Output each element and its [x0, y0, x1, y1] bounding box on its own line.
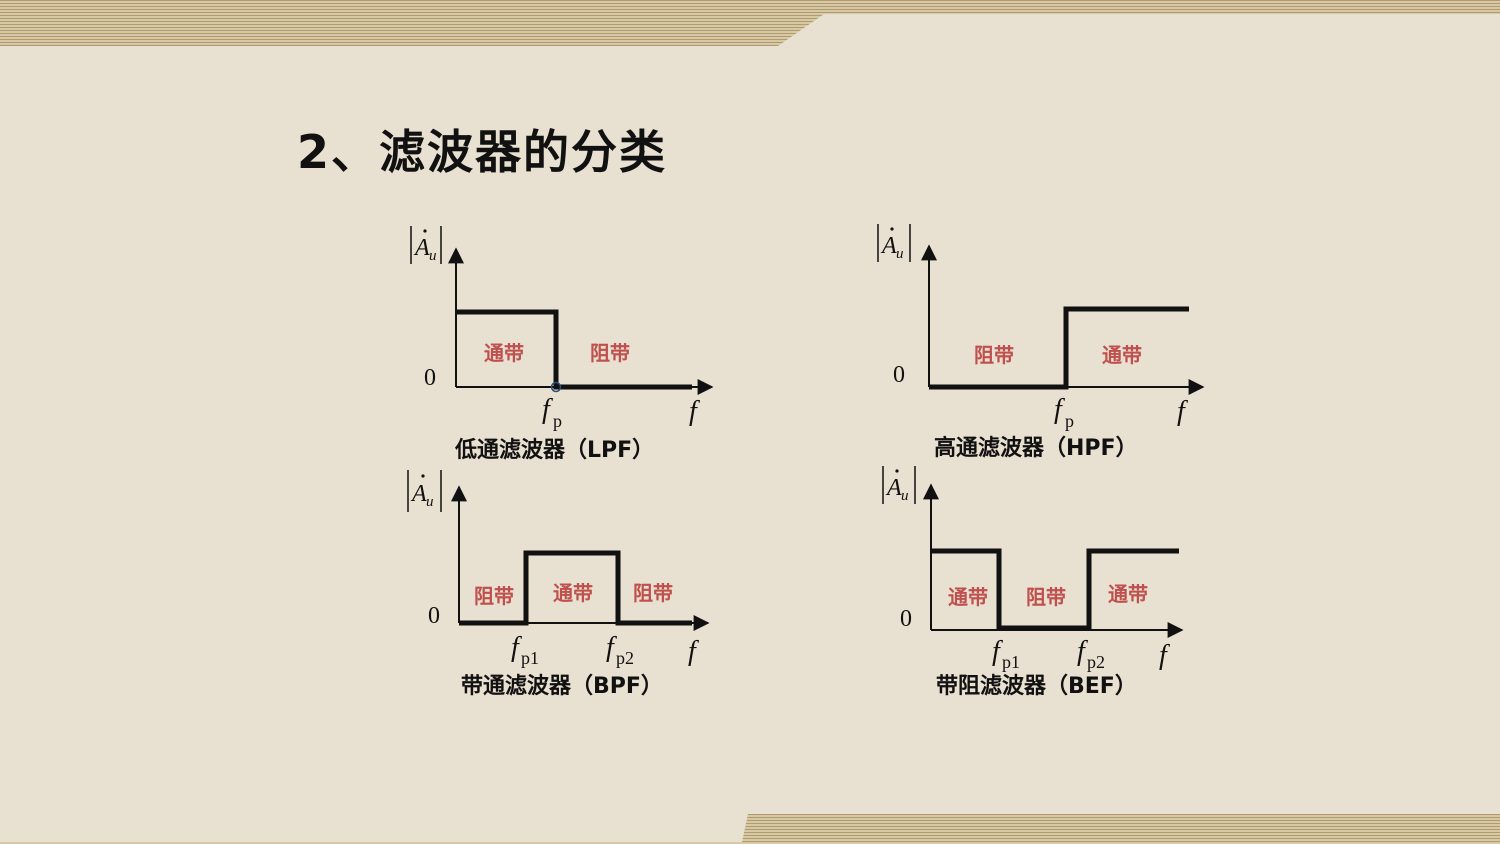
lpf-y-label: A u — [410, 226, 442, 264]
bpf-stop-band-high-label: 阻带 — [633, 581, 673, 605]
svg-text:u: u — [901, 488, 909, 504]
lpf-fp-label: f p — [542, 394, 562, 431]
hpf-caption: 高通滤波器（HPF） — [934, 435, 1138, 461]
lpf-caption: 低通滤波器（LPF） — [454, 438, 654, 463]
bef-pass-band-low-label: 通带 — [948, 585, 988, 609]
hpf-pass-band-label: 通带 — [1102, 343, 1142, 367]
bef-fp2-label: f p2 — [1077, 636, 1105, 672]
svg-text:p: p — [553, 411, 562, 431]
bef-fp1-label: f p1 — [992, 636, 1020, 672]
filter-classification-diagram: A u 0 通带 阻带 f p f 低通滤波器（LPF） A u 0 阻带 通带 — [407, 224, 1205, 699]
lpf-chart: A u 0 通带 阻带 f p f 低通滤波器（LPF） — [410, 226, 714, 463]
svg-text:p2: p2 — [616, 648, 634, 668]
lpf-origin-label: 0 — [424, 365, 436, 391]
hpf-y-label: A u — [877, 224, 911, 262]
hpf-fp-label: f p — [1054, 394, 1074, 431]
svg-text:p2: p2 — [1087, 652, 1105, 672]
svg-text:u: u — [426, 494, 434, 510]
bef-x-axis-label: f — [1159, 640, 1170, 671]
bef-chart: A u 0 通带 阻带 通带 f p1 f p2 f 带阻滤波器（BEF） — [882, 466, 1184, 699]
hpf-x-axis-label: f — [1177, 396, 1188, 427]
svg-text:p: p — [1065, 411, 1074, 431]
svg-text:A: A — [880, 233, 897, 259]
svg-text:f: f — [1054, 394, 1065, 425]
bef-caption: 带阻滤波器（BEF） — [936, 674, 1137, 699]
svg-text:f: f — [542, 394, 553, 425]
bpf-fp1-label: f p1 — [511, 632, 539, 668]
bpf-pass-band-label: 通带 — [553, 581, 593, 605]
hpf-chart: A u 0 阻带 通带 f p f 高通滤波器（HPF） — [877, 224, 1205, 461]
bpf-x-axis-label: f — [688, 636, 699, 667]
hpf-origin-label: 0 — [893, 362, 905, 388]
bpf-stop-band-low-label: 阻带 — [474, 584, 514, 608]
svg-text:A: A — [410, 481, 427, 507]
svg-text:p1: p1 — [521, 648, 539, 668]
svg-text:A: A — [413, 235, 430, 261]
svg-text:A: A — [885, 475, 902, 501]
bef-y-label: A u — [882, 466, 916, 504]
bef-stop-band-label: 阻带 — [1026, 585, 1066, 609]
bpf-chart: A u 0 阻带 通带 阻带 f p1 f p2 f 带通滤波器（BPF） — [407, 470, 710, 699]
bpf-fp2-label: f p2 — [606, 632, 634, 668]
bef-origin-label: 0 — [900, 606, 912, 632]
svg-text:u: u — [896, 246, 904, 262]
svg-text:p1: p1 — [1002, 652, 1020, 672]
bpf-origin-label: 0 — [428, 603, 440, 629]
bpf-y-label: A u — [407, 470, 442, 512]
bpf-caption: 带通滤波器（BPF） — [461, 674, 663, 699]
hpf-stop-band-label: 阻带 — [974, 343, 1014, 367]
lpf-pass-band-label: 通带 — [484, 341, 524, 365]
lpf-x-axis-label: f — [689, 396, 700, 427]
lpf-stop-band-label: 阻带 — [590, 341, 630, 365]
svg-text:u: u — [429, 248, 437, 264]
bef-pass-band-high-label: 通带 — [1108, 582, 1148, 606]
hpf-response-curve — [929, 306, 1189, 390]
